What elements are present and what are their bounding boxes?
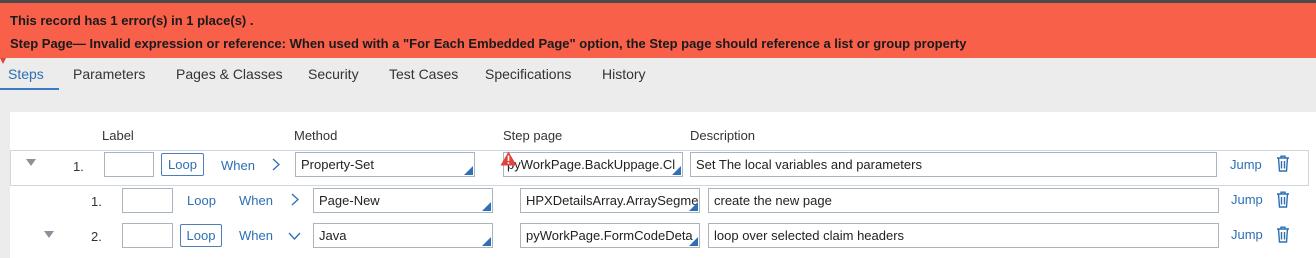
column-header-step-page: Step page: [503, 128, 563, 143]
tab-bar: Steps Parameters Pages & Classes Securit…: [0, 58, 1316, 92]
tab-history[interactable]: History: [602, 66, 646, 82]
warning-icon: [500, 151, 517, 166]
step-page-value: pyWorkPage.BackUppage.Cl: [507, 157, 676, 172]
trash-icon[interactable]: [1276, 191, 1290, 208]
error-detail: Step Page— Invalid expression or referen…: [10, 36, 967, 51]
step-page-dropdown[interactable]: pyWorkPage.BackUppage.Cl: [503, 152, 683, 177]
jump-link[interactable]: Jump: [1230, 157, 1262, 172]
chevron-right-icon[interactable]: [272, 158, 280, 171]
trash-icon[interactable]: [1276, 155, 1290, 172]
description-input[interactable]: Set The local variables and parameters: [690, 152, 1217, 177]
loop-button[interactable]: Loop: [161, 153, 204, 176]
column-header-description: Description: [690, 128, 756, 143]
method-dropdown[interactable]: Java: [313, 223, 493, 248]
tab-steps[interactable]: Steps: [8, 66, 44, 82]
description-input[interactable]: create the new page: [708, 188, 1219, 213]
step-label-input[interactable]: [104, 152, 154, 177]
jump-link[interactable]: Jump: [1231, 227, 1263, 242]
method-dropdown[interactable]: Property-Set: [295, 152, 475, 177]
chevron-right-icon[interactable]: [291, 193, 299, 206]
tab-pages-classes[interactable]: Pages & Classes: [176, 66, 283, 82]
step-page-dropdown[interactable]: pyWorkPage.FormCodeDeta: [520, 223, 700, 248]
method-dropdown[interactable]: Page-New: [313, 188, 493, 213]
step-number: 1.: [73, 159, 84, 174]
error-banner: This record has 1 error(s) in 1 place(s)…: [0, 3, 1316, 58]
steps-grid: Label Method Step page Description 1. Lo…: [10, 112, 1316, 258]
loop-button[interactable]: Loop: [180, 224, 222, 247]
step-number: 1.: [91, 194, 102, 209]
when-link[interactable]: When: [221, 158, 255, 173]
trash-icon[interactable]: [1276, 226, 1290, 243]
collapse-triangle-icon[interactable]: [44, 231, 54, 239]
active-tab-indicator: [0, 88, 59, 90]
loop-link[interactable]: Loop: [187, 193, 216, 208]
error-summary: This record has 1 error(s) in 1 place(s)…: [10, 13, 254, 28]
column-header-label: Label: [102, 128, 134, 143]
tab-security[interactable]: Security: [308, 66, 359, 82]
step-label-input[interactable]: [122, 223, 173, 248]
step-number: 2.: [91, 229, 102, 244]
step-label-input[interactable]: [122, 188, 173, 213]
when-link[interactable]: When: [239, 193, 273, 208]
tab-parameters[interactable]: Parameters: [73, 66, 145, 82]
description-input[interactable]: loop over selected claim headers: [708, 223, 1219, 248]
step-page-dropdown[interactable]: HPXDetailsArray.ArraySegme: [520, 188, 700, 213]
tab-specifications[interactable]: Specifications: [485, 66, 571, 82]
jump-link[interactable]: Jump: [1231, 192, 1263, 207]
collapse-triangle-icon[interactable]: [26, 159, 36, 167]
column-header-method: Method: [294, 128, 338, 143]
when-link[interactable]: When: [239, 228, 273, 243]
tab-test-cases[interactable]: Test Cases: [389, 66, 458, 82]
chevron-down-icon[interactable]: [288, 232, 301, 240]
